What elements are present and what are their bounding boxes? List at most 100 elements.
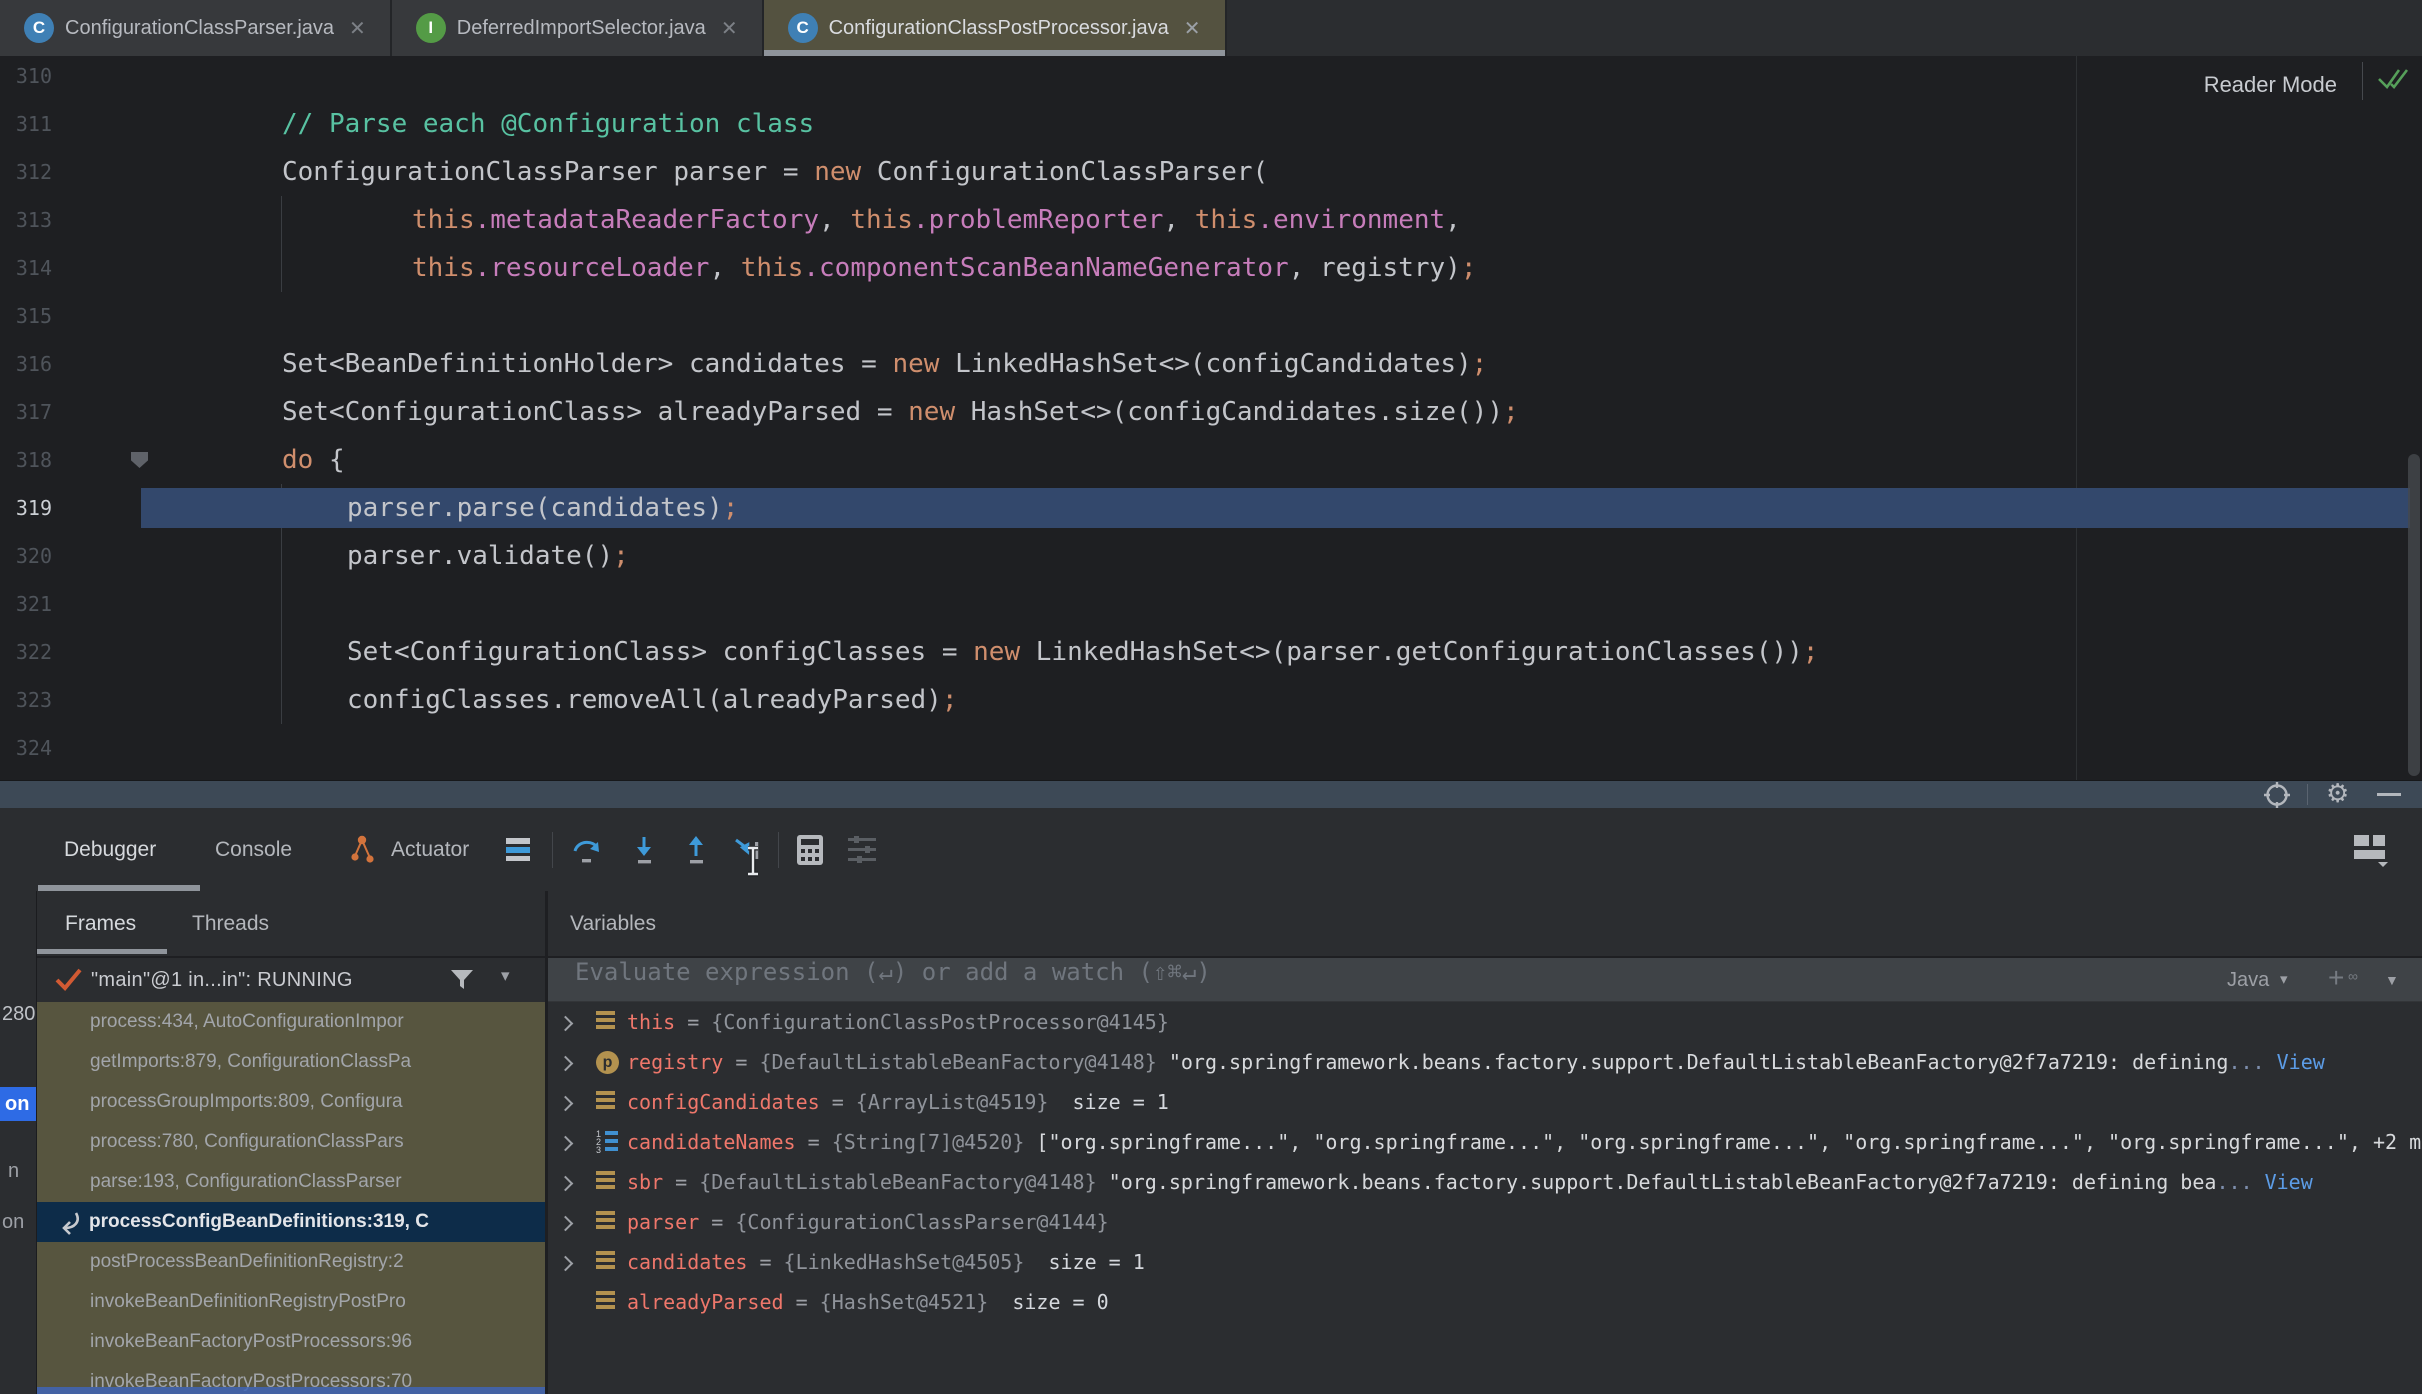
code-text: Set<BeanDefinitionHolder> candidates = n… [282,340,1487,388]
code-editor[interactable]: 310311// Parse each @Configuration class… [0,56,2422,780]
frame-row[interactable]: processGroupImports:809, Configura [37,1082,545,1122]
evaluate-expression-icon[interactable] [796,834,824,866]
line-number[interactable]: 319 [0,484,52,532]
tab-console[interactable]: Console [215,838,292,862]
tab-configurationclasspostprocessor[interactable]: C ConfigurationClassPostProcessor.java ✕ [764,0,1227,56]
variable-text: alreadyParsed = {HashSet@4521} size = 0 [627,1282,1109,1322]
expand-chevron-icon[interactable] [558,1256,574,1272]
variable-row[interactable]: sbr = {DefaultListableBeanFactory@4148} … [548,1162,2422,1202]
variable-text: sbr = {DefaultListableBeanFactory@4148} … [627,1162,2313,1202]
line-number[interactable]: 318 [0,436,52,484]
fold-marker-icon[interactable] [131,452,148,468]
line-number[interactable]: 311 [0,100,52,148]
strip-text: 280 [2,1003,35,1026]
crosshair-target-icon[interactable] [2264,782,2290,808]
line-number[interactable]: 312 [0,148,52,196]
code-text: ConfigurationClassParser parser = new Co… [282,148,1268,196]
expand-chevron-icon[interactable] [558,1016,574,1032]
tab-threads[interactable]: Threads [192,912,269,936]
frame-row[interactable]: parse:193, ConfigurationClassParser [37,1162,545,1202]
frame-label: postProcessBeanDefinitionRegistry:2 [90,1242,404,1282]
inspections-ok-check-icon[interactable] [2377,66,2411,92]
close-icon[interactable]: ✕ [721,16,738,41]
expand-chevron-icon[interactable] [558,1136,574,1152]
line-number[interactable]: 324 [0,724,52,772]
language-selector[interactable]: Java [2227,958,2269,1002]
gear-icon[interactable]: ⚙ [2326,778,2349,809]
tab-deferredimportselector[interactable]: I DeferredImportSelector.java ✕ [392,0,764,56]
reader-mode-label[interactable]: Reader Mode [2204,72,2337,98]
variable-row[interactable]: parser = {ConfigurationClassParser@4144} [548,1202,2422,1242]
expand-chevron-icon[interactable] [558,1056,574,1072]
variable-row[interactable]: alreadyParsed = {HashSet@4521} size = 0 [548,1282,2422,1322]
code-text: parser.validate(); [347,532,629,580]
expand-chevron-icon[interactable] [558,1216,574,1232]
code-line-324: 324 [0,724,2422,772]
thread-running-check-icon [54,967,84,993]
interface-icon: I [416,13,446,43]
line-number[interactable]: 322 [0,628,52,676]
tab-label: ConfigurationClassParser.java [65,17,334,40]
show-execution-point-icon[interactable] [504,837,534,863]
mute-breakpoints-icon[interactable] [846,835,878,865]
frame-label: processGroupImports:809, Configura [90,1082,403,1122]
tab-actuator[interactable]: Actuator [391,838,469,862]
code-line-316: 316 Set<BeanDefinitionHolder> candidates … [0,340,2422,388]
variable-row[interactable]: 123candidateNames = {String[7]@4520} ["o… [548,1122,2422,1162]
strip-text: n [8,1160,19,1183]
close-icon[interactable]: ✕ [349,16,366,41]
variable-text: this = {ConfigurationClassPostProcessor@… [627,1002,1169,1042]
line-number[interactable]: 323 [0,676,52,724]
tab-debugger[interactable]: Debugger [64,838,156,862]
frames-horizontal-scrollbar[interactable] [37,1387,545,1394]
chevron-down-icon[interactable]: ▾ [501,966,510,986]
variables-header: Variables [548,891,2422,958]
line-number[interactable]: 320 [0,532,52,580]
step-over-icon[interactable] [570,834,602,866]
thread-selector[interactable]: "main"@1 in...in": RUNNING ▾ [37,958,545,1002]
variable-row[interactable]: candidates = {LinkedHashSet@4505} size =… [548,1242,2422,1282]
step-into-icon[interactable] [628,834,660,866]
expand-chevron-icon[interactable] [558,1176,574,1192]
field-icon [596,1091,620,1109]
thread-status: "main"@1 in...in": RUNNING [91,958,353,1002]
tab-frames[interactable]: Frames [65,912,136,936]
line-number[interactable]: 313 [0,196,52,244]
filter-funnel-icon[interactable] [449,968,475,992]
variable-row[interactable]: configCandidates = {ArrayList@4519} size… [548,1082,2422,1122]
evaluate-input[interactable]: Evaluate expression (↵) or add a watch (… [575,958,1211,986]
line-number[interactable]: 317 [0,388,52,436]
line-number[interactable]: 314 [0,244,52,292]
code-line-318: 318do { [0,436,2422,484]
evaluate-expression-bar[interactable]: Evaluate expression (↵) or add a watch (… [548,958,2422,1002]
step-out-icon[interactable] [680,834,712,866]
chevron-down-icon[interactable]: ▼ [2385,958,2399,1002]
frame-row[interactable]: invokeBeanFactoryPostProcessors:96 [37,1322,545,1362]
field-icon [596,1171,620,1189]
frame-row[interactable]: process:780, ConfigurationClassPars [37,1122,545,1162]
frame-row[interactable]: process:434, AutoConfigurationImpor [37,1002,545,1042]
divider [2362,62,2363,100]
close-icon[interactable]: ✕ [1184,16,1201,41]
variable-row[interactable]: pregistry = {DefaultListableBeanFactory@… [548,1042,2422,1082]
editor-scrollbar[interactable] [2408,454,2420,776]
line-number[interactable]: 310 [0,56,52,100]
tab-configurationclassparser[interactable]: C ConfigurationClassParser.java ✕ [0,0,392,56]
layout-settings-icon[interactable] [2352,833,2390,867]
frame-row[interactable]: processConfigBeanDefinitions:319, C [37,1202,545,1242]
chevron-down-icon[interactable]: ▾ [2280,958,2288,1002]
frame-row[interactable]: getImports:879, ConfigurationClassPa [37,1042,545,1082]
variable-row[interactable]: this = {ConfigurationClassPostProcessor@… [548,1002,2422,1042]
debugger-toolbar: Debugger Console Actuator [0,808,2422,893]
line-number[interactable]: 321 [0,580,52,628]
line-number[interactable]: 316 [0,340,52,388]
strip-text: on [2,1211,24,1234]
code-text: this.resourceLoader, this.componentScanB… [412,244,1476,292]
line-number[interactable]: 315 [0,292,52,340]
hide-toolwindow-icon[interactable] [2377,793,2401,796]
expand-chevron-icon[interactable] [558,1096,574,1112]
frame-row[interactable]: postProcessBeanDefinitionRegistry:2 [37,1242,545,1282]
add-watch-icon[interactable]: + [2328,958,2344,1002]
frame-row[interactable]: invokeBeanDefinitionRegistryPostPro [37,1282,545,1322]
divider [552,832,553,868]
